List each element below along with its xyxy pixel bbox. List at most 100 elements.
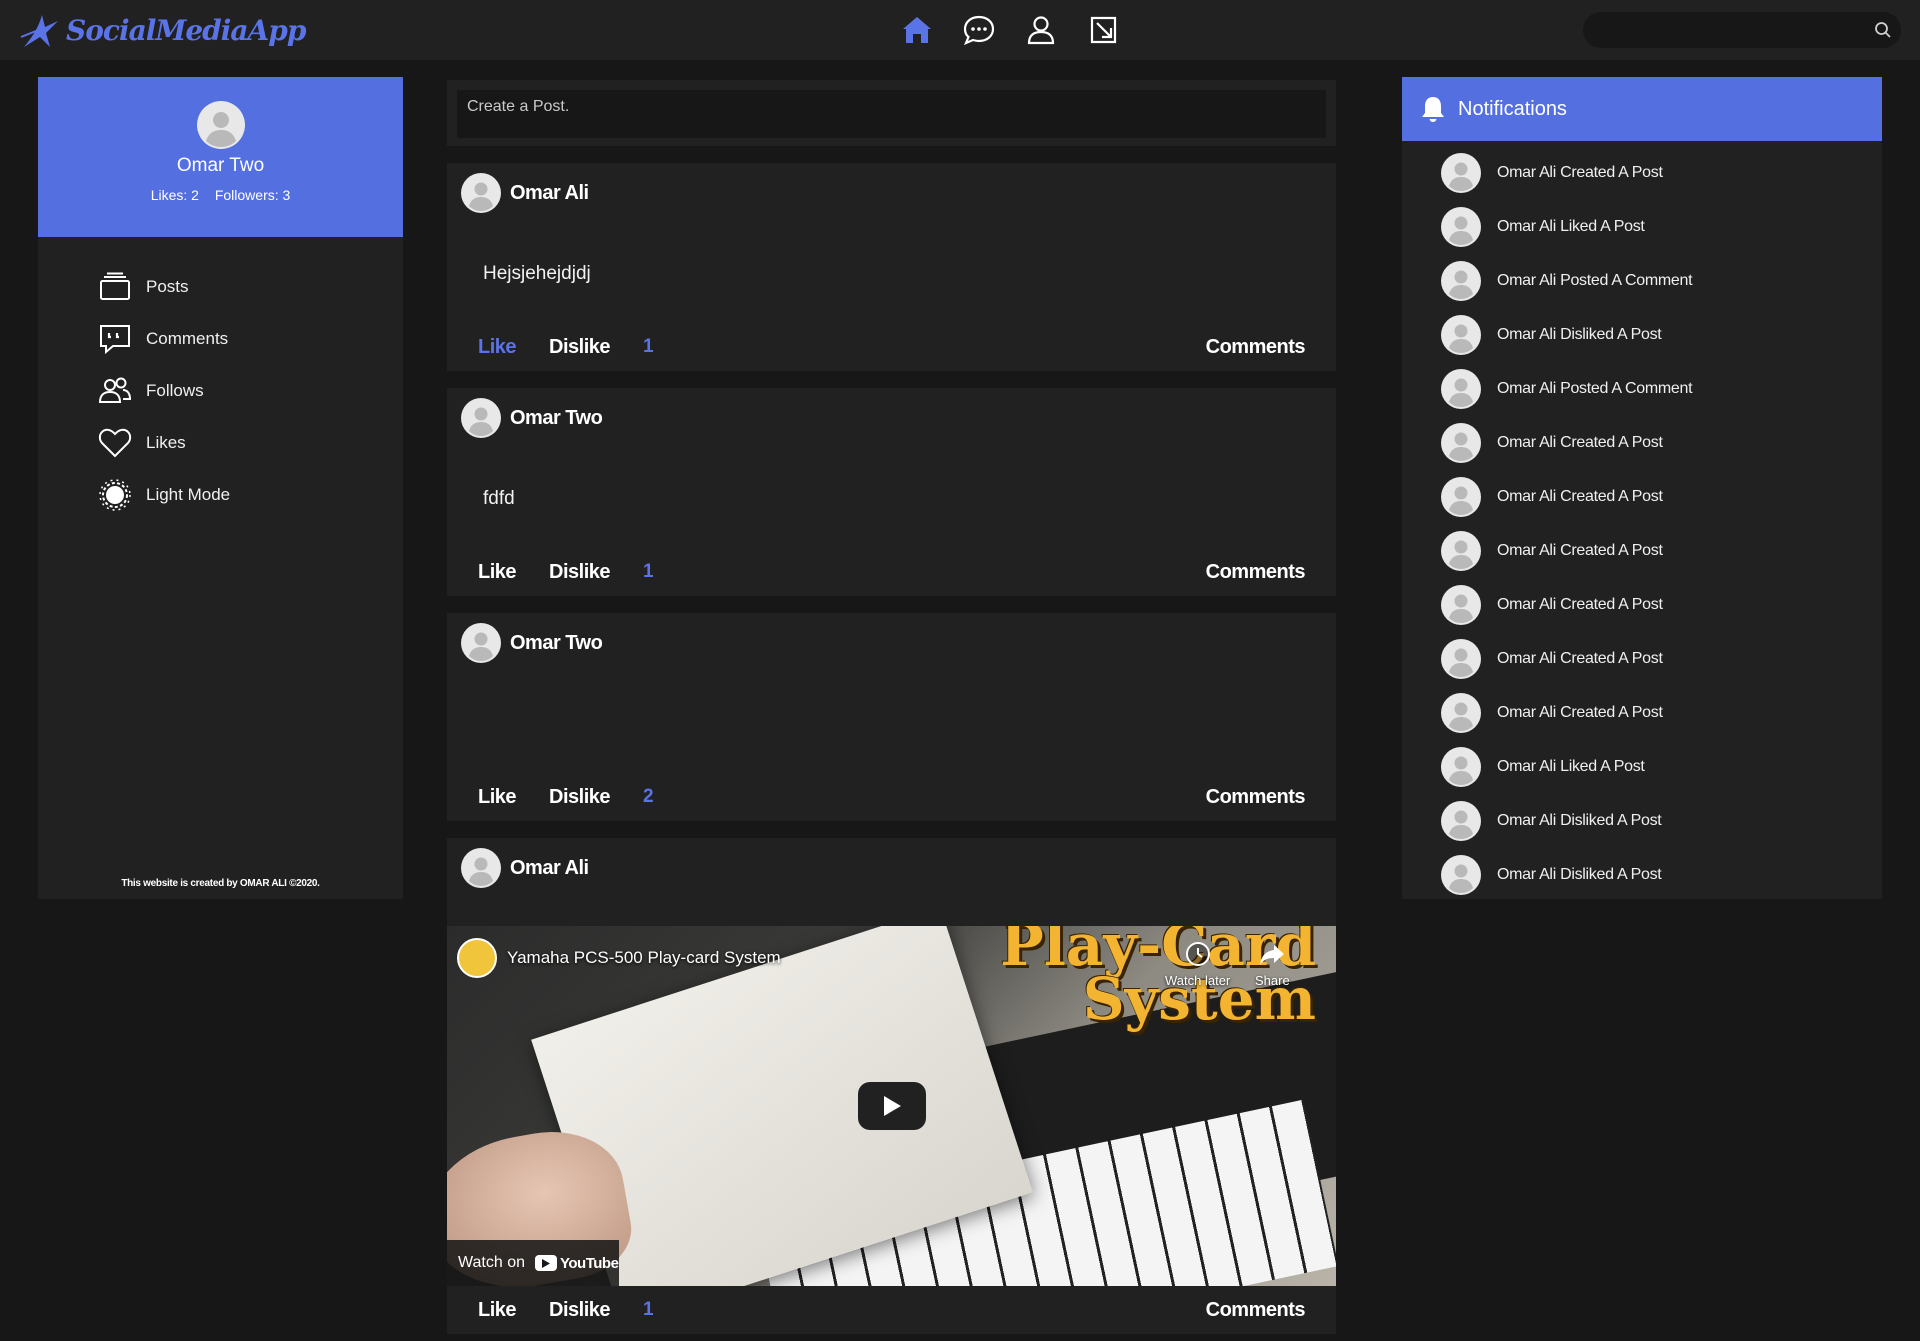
main-nav: [895, 8, 1143, 52]
avatar: [1441, 747, 1481, 787]
avatar: [1441, 477, 1481, 517]
profile-name: Omar Two: [176, 155, 265, 176]
post-body: fdfd: [483, 488, 515, 509]
notification-item[interactable]: Omar Ali Created A Post: [1402, 632, 1882, 686]
avatar: [1441, 207, 1481, 247]
notification-text: Omar Ali Disliked A Post: [1497, 866, 1662, 883]
search-input[interactable]: [1583, 21, 1865, 39]
notification-item[interactable]: Omar Ali Liked A Post: [1402, 740, 1882, 794]
post-card: Omar Two Like Dislike 2 Comments: [447, 613, 1336, 821]
play-button[interactable]: [858, 1082, 926, 1130]
menu-label-comments: Comments: [146, 329, 229, 348]
profile-sidebar: Omar Two Likes: 2 Followers: 3 Posts Com…: [38, 77, 403, 899]
youtube-embed[interactable]: Play-Card System Yamaha PCS-500 Play-car…: [447, 926, 1336, 1286]
avatar[interactable]: [461, 623, 501, 663]
post-actions: Like Dislike 1 Comments: [447, 323, 1336, 371]
menu-item-light-mode[interactable]: Light Mode: [98, 469, 403, 521]
menu-item-posts[interactable]: Posts: [98, 261, 403, 313]
reaction-count: 1: [643, 336, 654, 357]
dislike-button[interactable]: Dislike: [549, 786, 610, 809]
notification-item[interactable]: Omar Ali Created A Post: [1402, 146, 1882, 200]
chat-icon: [963, 15, 995, 46]
comments-button[interactable]: Comments: [1206, 561, 1306, 584]
notification-text: Omar Ali Created A Post: [1497, 164, 1663, 181]
notification-item[interactable]: Omar Ali Posted A Comment: [1402, 362, 1882, 416]
avatar: [1441, 639, 1481, 679]
watch-on-youtube-button[interactable]: Watch on YouTube: [447, 1240, 619, 1286]
post-author[interactable]: Omar Ali: [510, 857, 589, 880]
avatar: [1441, 585, 1481, 625]
avatar[interactable]: [461, 848, 501, 888]
menu-item-follows[interactable]: Follows: [98, 365, 403, 417]
notification-item[interactable]: Omar Ali Posted A Comment: [1402, 254, 1882, 308]
app-logo[interactable]: SocialMediaApp: [18, 6, 306, 54]
comments-button[interactable]: Comments: [1206, 786, 1306, 809]
search-bar: [1583, 12, 1901, 48]
logo-text: SocialMediaApp: [66, 13, 306, 47]
followers-count: Followers: 3: [214, 187, 291, 203]
notification-item[interactable]: Omar Ali Created A Post: [1402, 524, 1882, 578]
post-header: Omar Two: [447, 388, 1336, 448]
notifications-header: Notifications: [1402, 77, 1882, 141]
search-button[interactable]: [1865, 12, 1901, 48]
profile-menu: Posts Comments Follows Likes Light Mode: [98, 261, 403, 521]
notification-item[interactable]: Omar Ali Disliked A Post: [1402, 848, 1882, 902]
post-header: Omar Ali: [447, 838, 1336, 898]
avatar: [1441, 261, 1481, 301]
avatar: [1441, 693, 1481, 733]
top-bar: SocialMediaApp: [0, 0, 1920, 60]
notification-item[interactable]: Omar Ali Disliked A Post: [1402, 308, 1882, 362]
avatar[interactable]: [196, 101, 245, 149]
watch-later-label: Watch later: [1165, 973, 1231, 988]
notification-text: Omar Ali Created A Post: [1497, 650, 1663, 667]
dislike-button[interactable]: Dislike: [549, 336, 610, 359]
post-actions: Like Dislike 2 Comments: [447, 773, 1336, 821]
dislike-button[interactable]: Dislike: [549, 1299, 610, 1322]
reaction-count: 1: [643, 561, 654, 582]
notification-item[interactable]: Omar Ali Disliked A Post: [1402, 794, 1882, 848]
post-author[interactable]: Omar Ali: [510, 182, 589, 205]
profile-stats: Likes: 2 Followers: 3: [145, 187, 297, 203]
home-nav-button[interactable]: [895, 8, 939, 52]
sun-icon: [99, 479, 131, 511]
notification-item[interactable]: Omar Ali Created A Post: [1402, 416, 1882, 470]
post-author[interactable]: Omar Two: [510, 407, 603, 430]
avatar: [1441, 423, 1481, 463]
watch-later-button[interactable]: Watch later: [1165, 940, 1230, 988]
notification-text: Omar Ali Posted A Comment: [1497, 272, 1693, 289]
notification-item[interactable]: Omar Ali Created A Post: [1402, 686, 1882, 740]
comments-button[interactable]: Comments: [1206, 336, 1306, 359]
avatar[interactable]: [461, 173, 501, 213]
menu-label-light-mode: Light Mode: [146, 485, 231, 504]
avatar: [1441, 801, 1481, 841]
like-button[interactable]: Like: [478, 336, 517, 359]
avatar: [1441, 315, 1481, 355]
post-author[interactable]: Omar Two: [510, 632, 603, 655]
notification-item[interactable]: Omar Ali Created A Post: [1402, 470, 1882, 524]
post-header: Omar Two: [447, 613, 1336, 673]
menu-item-comments[interactable]: Comments: [98, 313, 403, 365]
profile-nav-button[interactable]: [1019, 8, 1063, 52]
dislike-button[interactable]: Dislike: [549, 561, 610, 584]
like-button[interactable]: Like: [478, 561, 517, 584]
notification-item[interactable]: Omar Ali Created A Post: [1402, 578, 1882, 632]
post-body: Hejsjehejdjdj: [483, 263, 591, 284]
comments-button[interactable]: Comments: [1206, 1299, 1306, 1322]
notification-item[interactable]: Omar Ali Liked A Post: [1402, 200, 1882, 254]
home-icon: [903, 17, 931, 43]
video-title[interactable]: Yamaha PCS-500 Play-card System: [507, 948, 781, 968]
logout-nav-button[interactable]: [1081, 8, 1125, 52]
create-post-input[interactable]: [457, 90, 1326, 138]
like-button[interactable]: Like: [478, 786, 517, 809]
like-button[interactable]: Like: [478, 1299, 517, 1322]
bell-icon: [1422, 97, 1444, 122]
follows-icon: [98, 377, 132, 403]
share-button[interactable]: Share: [1255, 940, 1290, 988]
chat-nav-button[interactable]: [957, 8, 1001, 52]
avatar: [1441, 855, 1481, 895]
avatar: [1441, 369, 1481, 409]
channel-avatar[interactable]: [457, 938, 497, 978]
menu-item-likes[interactable]: Likes: [98, 417, 403, 469]
avatar: [1441, 153, 1481, 193]
avatar[interactable]: [461, 398, 501, 438]
